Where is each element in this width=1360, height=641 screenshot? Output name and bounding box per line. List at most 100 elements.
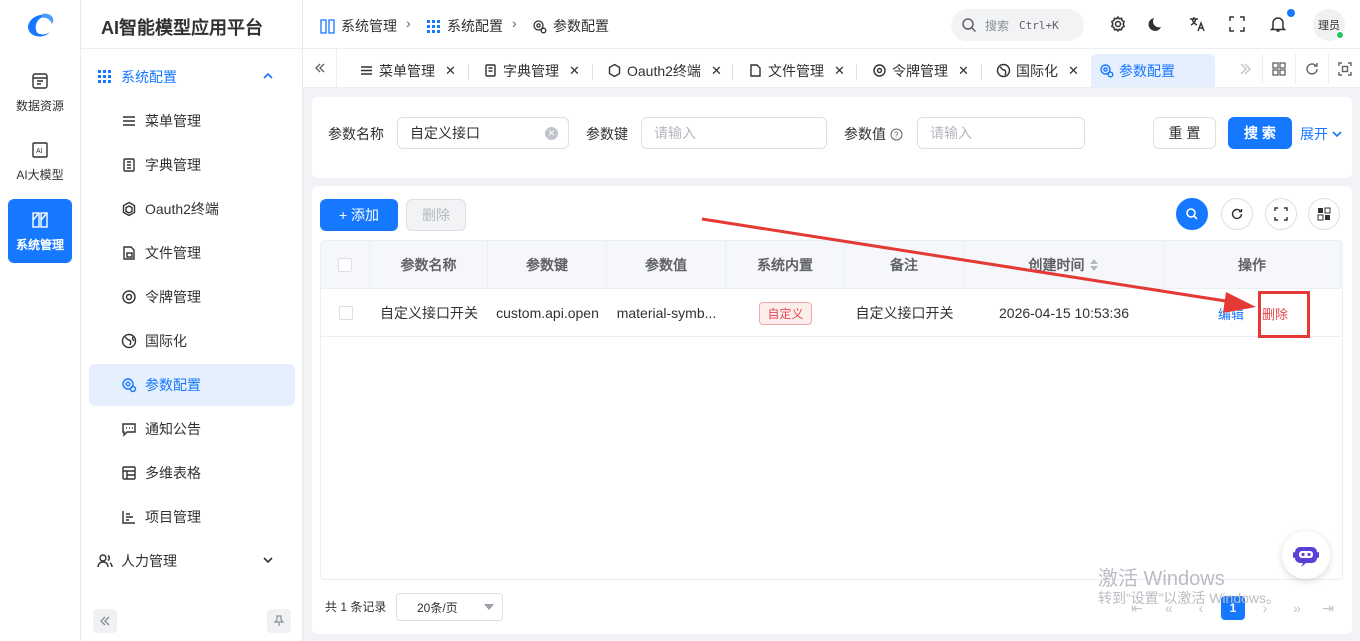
column-header: 系统内置 <box>726 241 845 289</box>
tab-menu-mgmt[interactable]: 菜单管理 ✕ <box>351 54 464 87</box>
rail-item-system[interactable]: 系统管理 <box>8 199 72 263</box>
tab-file-mgmt[interactable]: 文件管理 ✕ <box>740 54 853 87</box>
menu-group-system-config[interactable]: 系统配置 <box>89 56 295 98</box>
param-value-input[interactable]: 请输入 <box>917 117 1085 149</box>
param-name-input[interactable]: 自定义接口 ✕ <box>397 117 569 149</box>
expand-toggle[interactable]: 展开 <box>1300 124 1343 144</box>
refresh-tab-button[interactable] <box>1295 54 1327 84</box>
menu-item-dict-mgmt[interactable]: 字典管理 <box>89 144 295 186</box>
fullscreen-table-button[interactable] <box>1265 198 1297 230</box>
menu-item-oauth2[interactable]: Oauth2终端 <box>89 188 295 230</box>
breadcrumb-label: 系统管理 <box>341 18 397 34</box>
moon-icon <box>1148 18 1161 31</box>
list-icon <box>361 66 372 75</box>
column-header-created[interactable]: 创建时间 <box>964 241 1164 289</box>
tab-i18n[interactable]: 国际化 ✕ <box>988 54 1087 87</box>
pin-menu-button[interactable] <box>267 609 291 633</box>
refresh-icon <box>1305 63 1318 75</box>
menu-item-i18n[interactable]: 国际化 <box>89 320 295 362</box>
settings-button[interactable] <box>1109 15 1127 33</box>
tab-param-config[interactable]: 参数配置 <box>1091 54 1215 87</box>
menu-item-label: 菜单管理 <box>145 113 201 129</box>
tab-label: 参数配置 <box>1119 62 1175 79</box>
tab-dict-mgmt[interactable]: 字典管理 ✕ <box>475 54 588 87</box>
tab-label: 国际化 <box>1016 62 1058 79</box>
select-all-checkbox[interactable] <box>338 258 352 272</box>
tabs-scroll-left-button[interactable] <box>303 49 337 87</box>
fullscreen-icon <box>1229 16 1245 32</box>
search-button[interactable]: 搜 索 <box>1228 117 1292 149</box>
tab-label: 字典管理 <box>503 62 559 79</box>
rail-item-data-resource[interactable]: 数据资源 <box>8 60 72 124</box>
help-icon[interactable]: ? <box>890 128 903 141</box>
ai-icon: AI <box>32 141 48 158</box>
page-size-select[interactable]: 20条/页 <box>396 593 503 621</box>
column-settings-button[interactable] <box>1308 198 1340 230</box>
page-size-value: 20条/页 <box>417 600 458 615</box>
double-chevron-left-icon <box>100 616 110 626</box>
globe-icon <box>121 333 137 349</box>
row-checkbox[interactable] <box>338 306 353 320</box>
reset-button[interactable]: 重 置 <box>1153 117 1216 149</box>
maximize-tab-button[interactable] <box>1328 54 1360 84</box>
top-header: 系统管理 › 系统配置 › 参数配置 搜索 Ctrl+K <box>303 0 1360 49</box>
tabs-bar: 菜单管理 ✕ 字典管理 ✕ Oauth2终端 ✕ 文件管理 ✕ 令牌管理 ✕ 国际化 ✕ 参… <box>303 49 1360 88</box>
app-rail: 数据资源 AI AI大模型 系统管理 <box>0 0 81 641</box>
menu-group-hr[interactable]: 人力管理 <box>89 540 295 582</box>
language-button[interactable] <box>1188 15 1206 33</box>
tabs-menu-button[interactable] <box>1262 54 1294 84</box>
menu-item-file-mgmt[interactable]: 文件管理 <box>89 232 295 274</box>
toggle-search-button[interactable] <box>1176 198 1208 230</box>
tab-oauth2[interactable]: Oauth2终端 ✕ <box>599 54 730 87</box>
menu-item-notice[interactable]: 通知公告 <box>89 408 295 450</box>
close-icon[interactable]: ✕ <box>1068 63 1079 79</box>
svg-text:AI: AI <box>36 148 43 155</box>
token-icon <box>873 64 886 77</box>
theme-toggle-button[interactable] <box>1148 15 1166 33</box>
close-icon[interactable]: ✕ <box>834 63 845 79</box>
column-header: 操作 <box>1164 241 1341 289</box>
close-icon[interactable]: ✕ <box>711 63 722 79</box>
divider <box>856 64 857 80</box>
fullscreen-button[interactable] <box>1228 15 1246 33</box>
sort-icon[interactable] <box>1089 258 1099 272</box>
menu-item-multi-table[interactable]: 多维表格 <box>89 452 295 494</box>
app-title: AI智能模型应用平台 <box>101 18 263 38</box>
clear-icon[interactable]: ✕ <box>545 127 558 140</box>
divider <box>732 64 733 80</box>
menu-item-param-config[interactable]: 参数配置 <box>89 364 295 406</box>
tabs-scroll-right-button[interactable] <box>1229 54 1261 84</box>
refresh-button[interactable] <box>1221 198 1253 230</box>
table-row: 自定义接口开关 custom.api.open material-symb...… <box>321 289 1342 337</box>
menu-group-label: 人力管理 <box>121 553 177 569</box>
grid-icon <box>98 70 111 83</box>
close-icon[interactable]: ✕ <box>445 63 456 79</box>
column-header: 备注 <box>845 241 964 289</box>
next-5-button[interactable]: » <box>1285 596 1309 620</box>
tab-token-mgmt[interactable]: 令牌管理 ✕ <box>864 54 977 87</box>
last-page-button[interactable]: ⇥ <box>1316 596 1340 620</box>
side-menu: AI智能模型应用平台 系统配置 菜单管理 字典管理 Oauth2终端 文件管理 … <box>81 0 303 641</box>
edit-link[interactable]: 编辑 <box>1218 304 1244 323</box>
param-key-input[interactable]: 请输入 <box>641 117 827 149</box>
menu-item-project-mgmt[interactable]: 项目管理 <box>89 496 295 538</box>
add-button[interactable]: + 添加 <box>320 199 398 231</box>
menu-item-menu-mgmt[interactable]: 菜单管理 <box>89 100 295 142</box>
breadcrumb-item-config[interactable]: 系统配置 <box>426 16 503 36</box>
collapse-menu-button[interactable] <box>93 609 117 633</box>
menu-item-token-mgmt[interactable]: 令牌管理 <box>89 276 295 318</box>
rail-item-ai-model[interactable]: AI AI大模型 <box>8 129 72 193</box>
divider <box>592 64 593 80</box>
breadcrumb-item-system[interactable]: 系统管理 <box>320 16 397 36</box>
global-search[interactable]: 搜索 Ctrl+K <box>951 9 1084 41</box>
close-icon[interactable]: ✕ <box>569 63 580 79</box>
chevron-down-icon <box>263 557 273 564</box>
book-icon <box>123 158 135 172</box>
token-icon <box>122 290 136 304</box>
expand-label: 展开 <box>1300 126 1328 142</box>
batch-delete-button[interactable]: 删除 <box>406 199 466 231</box>
notifications-button[interactable] <box>1269 15 1287 33</box>
assistant-button[interactable] <box>1282 531 1330 579</box>
close-icon[interactable]: ✕ <box>958 63 969 79</box>
system-icon <box>320 18 335 34</box>
